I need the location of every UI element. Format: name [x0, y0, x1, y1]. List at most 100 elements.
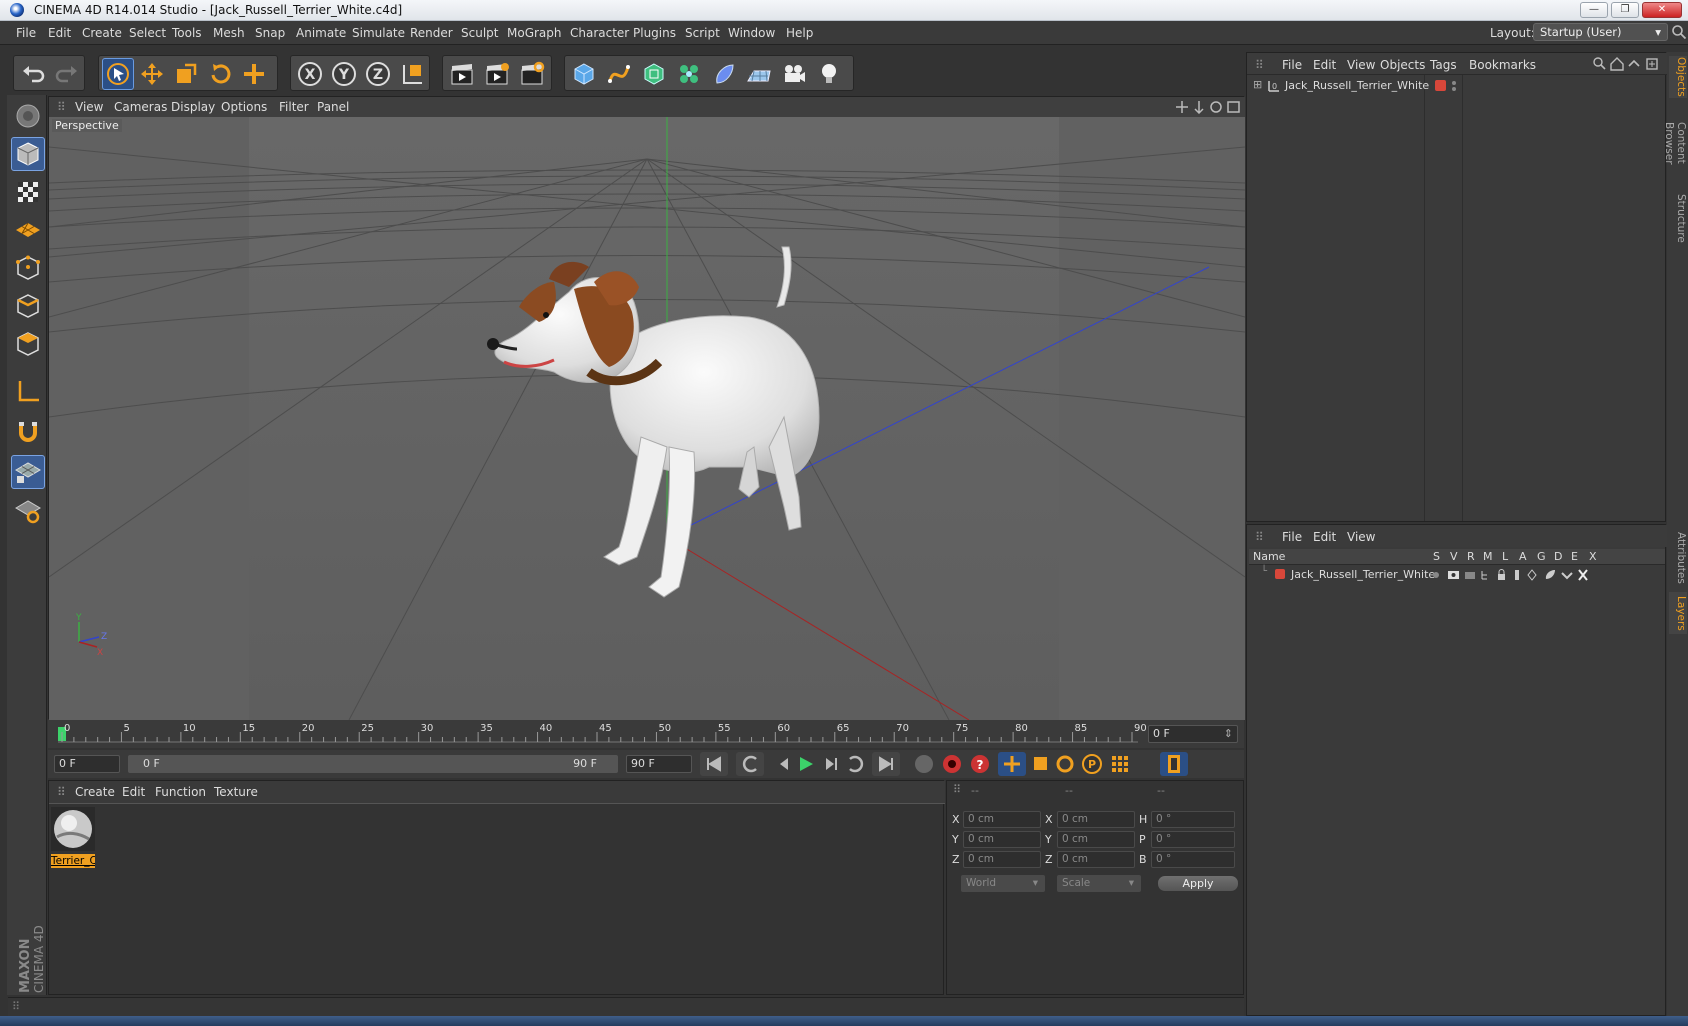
minimize-button[interactable]: — [1580, 2, 1608, 18]
layer-name[interactable]: Jack_Russell_Terrier_White [1291, 568, 1435, 581]
keyframe-parameter-button[interactable]: P [1082, 754, 1102, 774]
layer-menu-file[interactable]: File [1282, 530, 1302, 544]
close-button[interactable]: ✕ [1642, 2, 1682, 18]
nurbs-button[interactable] [638, 58, 670, 90]
current-frame-field[interactable]: 0 F ⇕ [1148, 725, 1238, 743]
menu-render[interactable]: Render [410, 26, 453, 40]
axis-mode-button[interactable] [11, 375, 45, 409]
solo-toggle-icon[interactable] [1433, 572, 1439, 578]
view-toggle-icon[interactable] [1448, 571, 1459, 579]
panel-grip-icon[interactable]: ⠿ [953, 783, 961, 796]
move-tool[interactable] [136, 58, 168, 90]
xref-toggle-icon[interactable] [1578, 569, 1588, 581]
keyframe-rotation-button[interactable] [1056, 755, 1074, 773]
material-swatch[interactable]: Terrier_C [51, 807, 95, 868]
pos-x-field[interactable]: 0 cm [963, 811, 1041, 828]
render-picture-viewer-button[interactable] [481, 58, 513, 90]
orbit-icon[interactable] [1210, 101, 1222, 113]
menu-sculpt[interactable]: Sculpt [461, 26, 498, 40]
rot-h-field[interactable]: 0 ° [1151, 811, 1235, 828]
record-key-button[interactable] [915, 755, 933, 773]
generator-toggle-icon[interactable] [1527, 569, 1537, 581]
recent-tool[interactable] [238, 58, 270, 90]
tab-content-browser[interactable]: Content Browser [1663, 102, 1687, 184]
menu-file[interactable]: File [16, 26, 36, 40]
help-button[interactable]: ? [971, 755, 989, 773]
material-menu-edit[interactable]: Edit [122, 785, 145, 799]
pos-y-field[interactable]: 0 cm [963, 831, 1041, 848]
next-key-button[interactable] [849, 755, 864, 773]
maximize-panel-icon[interactable] [1227, 101, 1240, 113]
planar-workplane-button[interactable] [11, 493, 45, 527]
keyframe-pla-button[interactable] [1112, 756, 1128, 772]
timeline-window-button[interactable] [1160, 752, 1188, 776]
column-locked[interactable]: L [1502, 550, 1508, 563]
menu-snap[interactable]: Snap [255, 26, 285, 40]
tab-attributes[interactable]: Attributes [1669, 528, 1687, 588]
size-y-field[interactable]: 0 cm [1057, 831, 1135, 848]
go-to-start-button[interactable] [700, 752, 728, 776]
home-icon[interactable] [1610, 57, 1624, 71]
column-animation[interactable]: A [1519, 550, 1527, 563]
viewport-menu-display[interactable]: Display [171, 100, 215, 114]
menu-help[interactable]: Help [786, 26, 813, 40]
column-expressions[interactable]: E [1571, 550, 1578, 563]
tab-objects[interactable]: Objects [1669, 56, 1687, 98]
layer-color-swatch[interactable] [1435, 80, 1446, 91]
floor-button[interactable] [743, 58, 775, 90]
coordinate-system-button[interactable] [396, 58, 428, 90]
column-manager[interactable]: M [1483, 550, 1493, 563]
viewport-menu-options[interactable]: Options [221, 100, 267, 114]
deformer-button[interactable] [708, 58, 740, 90]
apply-button[interactable]: Apply [1157, 875, 1239, 892]
menu-create[interactable]: Create [82, 26, 122, 40]
panel-grip-icon[interactable]: ⠿ [1255, 58, 1264, 72]
z-axis-lock-button[interactable]: Z [362, 58, 394, 90]
object-row[interactable]: ⊞ 0 Jack_Russell_Terrier_White [1251, 78, 1663, 94]
viewport-menu-filter[interactable]: Filter [279, 100, 309, 114]
material-menu-create[interactable]: Create [75, 785, 115, 799]
object-menu-bookmarks[interactable]: Bookmarks [1469, 58, 1536, 72]
layer-color-swatch[interactable] [1275, 569, 1285, 579]
layout-select[interactable]: Startup (User) ▾ [1533, 23, 1668, 41]
panel-grip-icon[interactable]: ⠿ [57, 100, 66, 114]
tab-structure[interactable]: Structure [1669, 192, 1687, 244]
rot-b-field[interactable]: 0 ° [1151, 851, 1235, 868]
layer-row[interactable]: └ Jack_Russell_Terrier_White [1251, 566, 1663, 583]
go-to-end-button[interactable] [872, 752, 900, 776]
menu-window[interactable]: Window [728, 26, 775, 40]
render-view-button[interactable] [446, 58, 478, 90]
end-frame-field[interactable]: 90 F [626, 755, 692, 773]
column-xref[interactable]: X [1589, 550, 1597, 563]
object-menu-tags[interactable]: Tags [1430, 58, 1457, 72]
column-solo[interactable]: S [1433, 550, 1440, 563]
new-window-icon[interactable] [1646, 58, 1658, 70]
model-mode-button[interactable] [11, 137, 45, 171]
light-button[interactable] [813, 58, 845, 90]
column-generators[interactable]: G [1537, 550, 1546, 563]
column-name[interactable]: Name [1253, 550, 1285, 563]
spline-button[interactable] [603, 58, 635, 90]
menu-script[interactable]: Script [685, 26, 720, 40]
manager-toggle-icon[interactable] [1481, 571, 1487, 580]
polygons-mode-button[interactable] [11, 327, 45, 361]
panel-grip-icon[interactable]: ⠿ [1255, 530, 1264, 544]
snapping-button[interactable] [11, 415, 45, 449]
search-icon[interactable] [1671, 24, 1687, 40]
locked-workplane-button[interactable] [11, 455, 45, 489]
3d-scene[interactable]: Y Z X Perspective [49, 117, 1245, 720]
scale-tool[interactable] [170, 58, 202, 90]
mograph-cloner-button[interactable] [673, 58, 705, 90]
render-toggle-icon[interactable] [1465, 572, 1475, 579]
menu-mograph[interactable]: MoGraph [507, 26, 562, 40]
menu-mesh[interactable]: Mesh [213, 26, 245, 40]
workplane-mode-button[interactable] [11, 213, 45, 247]
layer-menu-edit[interactable]: Edit [1313, 530, 1336, 544]
size-mode-select[interactable]: Scale ▾ [1057, 875, 1141, 892]
object-menu-file[interactable]: File [1282, 58, 1302, 72]
texture-mode-button[interactable] [11, 175, 45, 209]
undo-button[interactable] [17, 58, 49, 90]
arrow-up-icon[interactable] [1628, 59, 1640, 67]
rot-p-field[interactable]: 0 ° [1151, 831, 1235, 848]
coordinate-system-select[interactable]: World ▾ [961, 875, 1045, 892]
